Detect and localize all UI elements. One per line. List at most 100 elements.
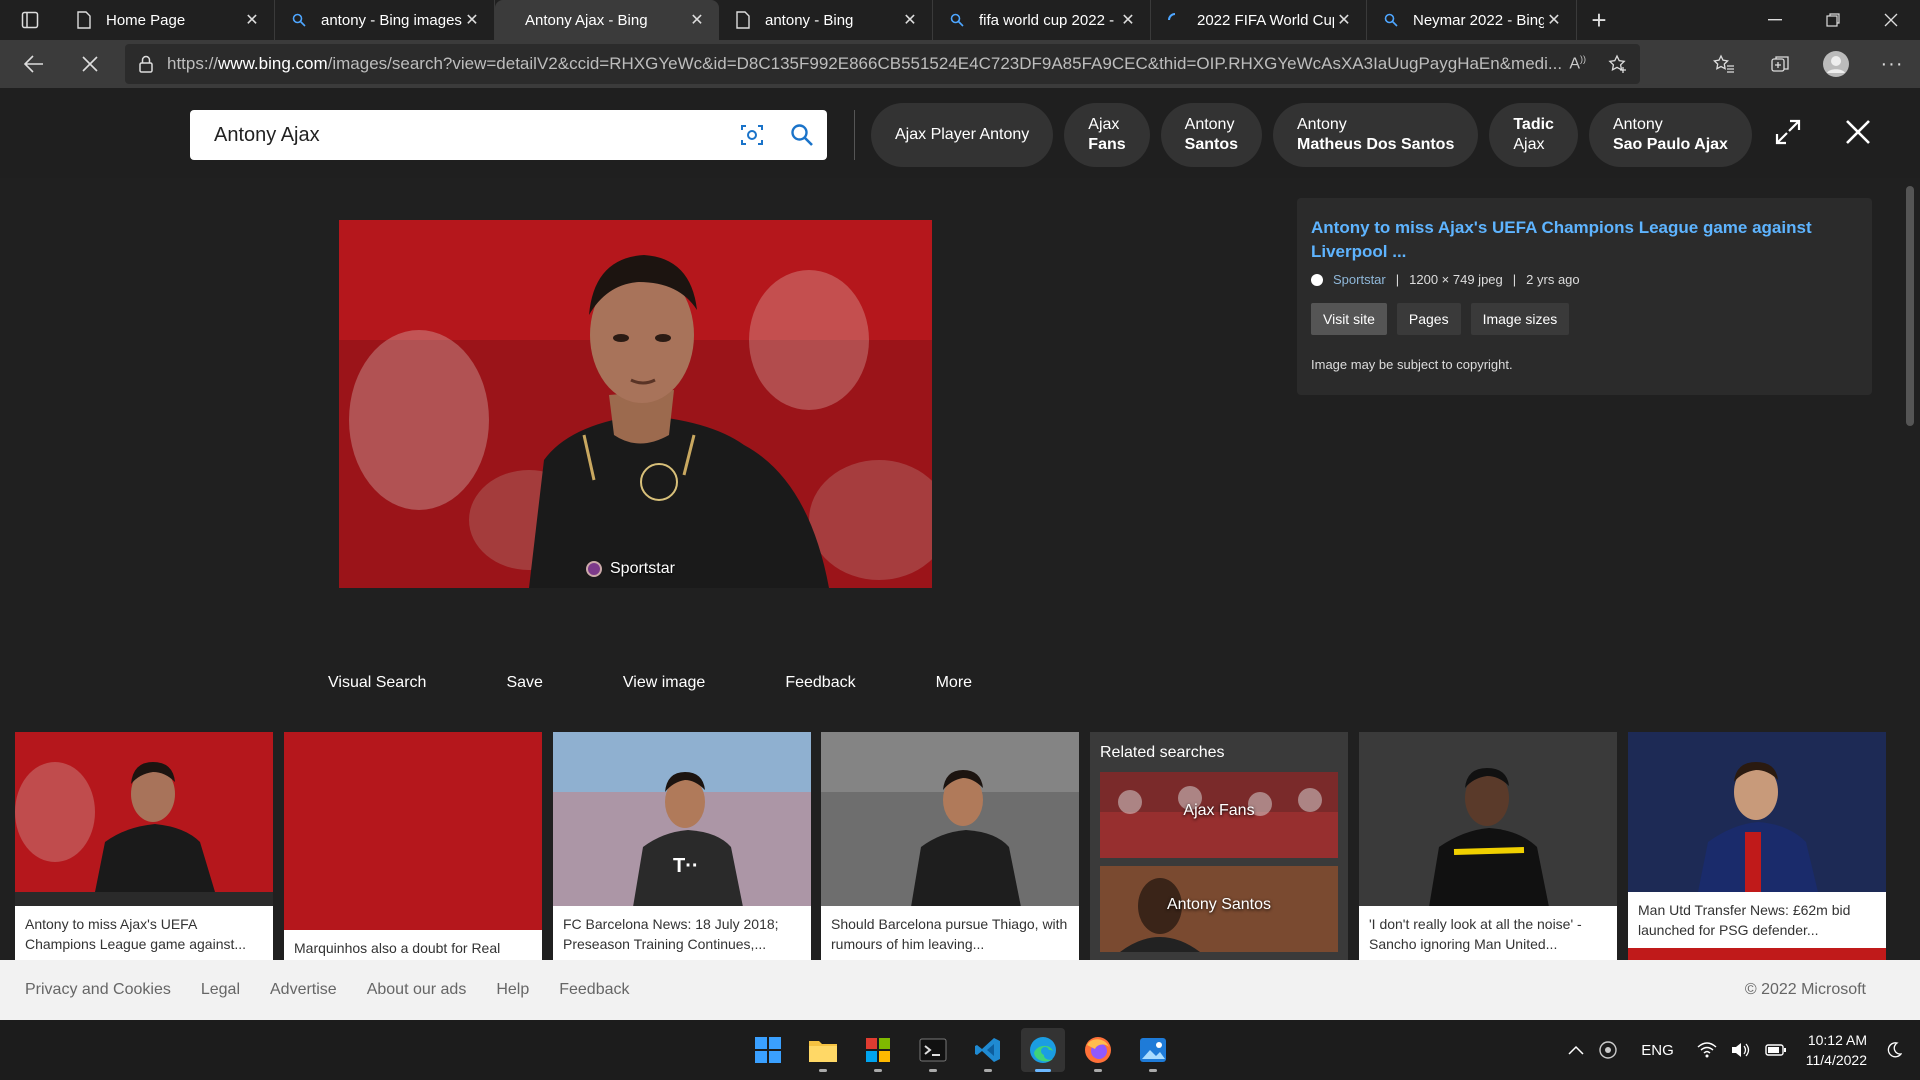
source-badge-label: Sportstar [610,560,675,577]
close-viewer-button[interactable] [1836,110,1880,154]
url-domain: www.bing.com [218,54,328,73]
header-divider [854,110,855,160]
close-icon[interactable]: ✕ [242,10,262,30]
tab-actions-button[interactable] [0,0,60,40]
close-icon[interactable]: ✕ [1334,10,1354,30]
chip-label: Ajax [1513,136,1545,153]
more-action[interactable]: More [936,674,972,692]
source-link[interactable]: Sportstar [1333,272,1386,287]
camera-search-icon [741,125,763,145]
read-aloud-icon[interactable]: A)) [1569,54,1586,73]
tab-neymar-bing-images[interactable]: Neymar 2022 - Bing in ✕ [1367,0,1577,40]
office-app-button[interactable] [856,1028,900,1072]
pages-button[interactable]: Pages [1396,303,1461,335]
firefox-button[interactable] [1076,1028,1120,1072]
thumbnail-image [15,732,273,892]
add-favorite-icon[interactable] [1608,54,1628,74]
image-title-link[interactable]: Antony to miss Ajax's UEFA Champions Lea… [1311,216,1858,264]
favorites-icon [1713,54,1734,73]
wifi-icon[interactable] [1697,1042,1717,1058]
thumbnail-card[interactable]: Antony to miss Ajax's UEFA Champions Lea… [15,732,273,960]
scrollbar[interactable] [1906,186,1914,426]
tab-fifa-world-cup-search[interactable]: fifa world cup 2022 - I ✕ [933,0,1151,40]
edge-browser-button[interactable] [1021,1028,1065,1072]
start-button[interactable] [746,1028,790,1072]
close-window-button[interactable] [1862,0,1920,40]
vscode-button[interactable] [966,1028,1010,1072]
photos-button[interactable] [1131,1028,1175,1072]
save-action[interactable]: Save [506,674,542,692]
profile-button[interactable] [1808,40,1864,88]
visual-search-button[interactable] [727,110,777,160]
minimize-button[interactable] [1746,0,1804,40]
battery-icon[interactable] [1765,1043,1787,1057]
footer-link-legal[interactable]: Legal [201,981,240,999]
tab-antony-ajax-bing[interactable]: Antony Ajax - Bing ✕ [495,0,719,40]
language-indicator[interactable]: ENG [1641,1042,1674,1059]
address-bar[interactable]: https://www.bing.com/images/search?view=… [125,44,1640,84]
source-logo-icon [586,561,602,577]
thumbnail-card[interactable]: 'I don't really look at all the noise' -… [1359,732,1617,960]
notifications-moon-icon[interactable] [1886,1042,1902,1058]
restore-icon [1826,13,1840,27]
chip-label: Antony [1184,116,1235,133]
expand-button[interactable] [1766,110,1810,154]
feedback-action[interactable]: Feedback [785,674,855,692]
close-icon[interactable]: ✕ [462,10,482,30]
close-icon[interactable]: ✕ [687,10,707,30]
visit-site-button[interactable]: Visit site [1311,303,1387,335]
chip-tadic-ajax[interactable]: Tadic Ajax [1489,103,1578,167]
related-search-ajax-fans[interactable]: Ajax Fans [1100,772,1338,858]
close-icon[interactable]: ✕ [1118,10,1138,30]
chip-antony-santos[interactable]: Antony Santos [1160,103,1262,167]
close-icon[interactable]: ✕ [900,10,920,30]
related-searches-title: Related searches [1100,744,1225,761]
system-clock[interactable]: 10:12 AM 11/4/2022 [1806,1030,1867,1070]
image-sizes-button[interactable]: Image sizes [1470,303,1570,335]
thumbnail-card[interactable]: Marquinhos also a doubt for Real [284,732,542,960]
restore-button[interactable] [1804,0,1862,40]
footer-link-about-ads[interactable]: About our ads [367,981,467,999]
footer-link-advertise[interactable]: Advertise [270,981,337,999]
network-tray-icon[interactable] [1598,1040,1618,1060]
related-search-antony-santos[interactable]: Antony Santos [1100,866,1338,952]
collections-button[interactable] [1752,40,1808,88]
chip-antony-matheus-dos-santos[interactable]: Antony Matheus Dos Santos [1272,103,1479,167]
file-explorer-button[interactable] [801,1028,845,1072]
chip-ajax-player-antony[interactable]: Ajax Player Antony [871,103,1054,167]
volume-icon[interactable] [1731,1042,1751,1058]
thumbnail-card[interactable]: T·· FC Barcelona News: 18 July 2018; Pre… [553,732,811,960]
footer-link-help[interactable]: Help [496,981,529,999]
address-bar-row: https://www.bing.com/images/search?view=… [0,40,1920,88]
thumbnail-card[interactable]: Should Barcelona pursue Thiago, with rum… [821,732,1079,960]
footer-link-privacy[interactable]: Privacy and Cookies [25,981,171,999]
source-favicon-icon [1311,273,1323,286]
settings-more-button[interactable]: ··· [1864,40,1920,88]
chip-label-bold: Sao Paulo Ajax [1612,136,1728,153]
chip-ajax-fans[interactable]: Ajax Fans [1064,103,1150,167]
tab-home-page[interactable]: Home Page ✕ [60,0,275,40]
close-icon[interactable]: ✕ [1544,10,1564,30]
view-image-action[interactable]: View image [623,674,705,692]
back-button[interactable] [6,40,62,88]
search-input[interactable]: Antony Ajax [214,124,727,147]
search-button[interactable] [777,110,827,160]
show-hidden-icons-chevron-icon[interactable] [1568,1045,1584,1055]
meta-separator: | [1512,272,1517,287]
tab-antony-bing-images[interactable]: antony - Bing images ✕ [275,0,495,40]
image-actions: Visual Search Save View image Feedback M… [328,674,1052,692]
thumbnail-card[interactable]: Man Utd Transfer News: £62m bid launched… [1628,732,1886,960]
thumbnail-caption: Should Barcelona pursue Thiago, with rum… [821,906,1079,960]
tab-antony-bing[interactable]: antony - Bing ✕ [719,0,933,40]
visual-search-action[interactable]: Visual Search [328,674,426,692]
close-icon [1884,13,1898,27]
stop-loading-button[interactable] [62,40,118,88]
favorites-button[interactable] [1696,40,1752,88]
new-tab-button[interactable]: + [1577,0,1621,40]
chip-antony-sao-paulo-ajax[interactable]: Antony Sao Paulo Ajax [1588,103,1752,167]
terminal-button[interactable] [911,1028,955,1072]
main-image[interactable]: Sportstar [339,220,932,588]
tab-2022-fifa-world-cup[interactable]: 2022 FIFA World Cup ✕ [1151,0,1367,40]
search-box[interactable]: Antony Ajax [190,110,827,160]
footer-link-feedback[interactable]: Feedback [559,981,629,999]
